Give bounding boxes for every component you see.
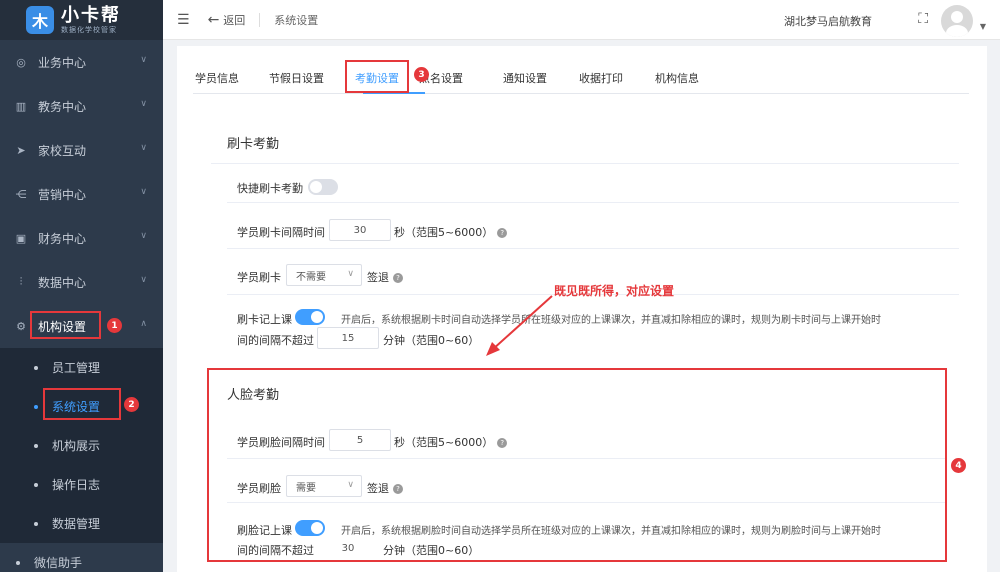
chart-icon: ⫶ xyxy=(19,275,23,288)
fullscreen-icon[interactable]: ⛶ xyxy=(918,11,928,27)
annotation-box-org-settings xyxy=(30,311,101,339)
annotation-badge-3: 3 xyxy=(414,67,429,82)
sidebar-item-data[interactable]: ⫶ 数据中心 ∨ xyxy=(0,260,163,304)
tab-receipt-print[interactable]: 收据打印 xyxy=(579,70,623,86)
annotation-badge-1: 1 xyxy=(107,318,122,333)
tab-student-info[interactable]: 学员信息 xyxy=(195,70,239,86)
user-icon xyxy=(946,11,968,37)
org-name[interactable]: 湖北梦马启航教育 xyxy=(784,13,872,29)
chevron-down-icon: ∨ xyxy=(140,55,147,65)
annotation-badge-2: 2 xyxy=(124,397,139,412)
quick-card-label: 快捷刷卡考勤 xyxy=(237,182,303,195)
card-interval-label: 学员刷卡间隔时间 xyxy=(237,226,325,239)
chevron-up-icon: ∧ xyxy=(140,319,147,329)
section-title-card: 刷卡考勤 xyxy=(227,137,280,152)
logo-icon: 木 xyxy=(26,6,54,34)
chevron-down-icon: ∨ xyxy=(140,187,147,197)
send-icon: ➤ xyxy=(16,143,26,157)
logo: 木 小卡帮 数据化学校管家 xyxy=(0,0,163,40)
quick-card-toggle[interactable] xyxy=(308,179,338,195)
card-attend-minutes-input[interactable]: 15 xyxy=(317,327,379,349)
share-icon: ⋲ xyxy=(15,187,27,201)
sidebar-item-academic[interactable]: ▥ 教务中心 ∨ xyxy=(0,84,163,128)
arrow-left-icon: ← xyxy=(207,11,220,28)
card-interval-input[interactable]: 30 xyxy=(329,219,391,241)
sidebar-subitem-operation-log[interactable]: 操作日志 xyxy=(0,465,163,504)
annotation-box-face-section xyxy=(207,368,947,562)
avatar[interactable] xyxy=(941,5,973,37)
sidebar: 木 小卡帮 数据化学校管家 ◎ 业务中心 ∨ ▥ 教务中心 ∨ ➤ 家校互动 ∨… xyxy=(0,0,163,572)
card-attend-label: 刷卡记上课 xyxy=(237,313,292,326)
chevron-down-icon: ∨ xyxy=(347,269,354,279)
card-attend-toggle[interactable] xyxy=(295,309,325,325)
annotation-box-system-settings xyxy=(43,388,121,420)
top-header: ☰ ← 返回 系统设置 湖北梦马启航教育 ⛶ ▼ xyxy=(163,0,1000,40)
sidebar-subitem-org-display[interactable]: 机构展示 xyxy=(0,426,163,465)
card-checkout-label: 学员刷卡 xyxy=(237,271,281,284)
sidebar-item-wechat-assistant[interactable]: 微信助手 xyxy=(0,543,163,572)
logo-subtitle: 数据化学校管家 xyxy=(61,25,117,34)
sidebar-item-home-school[interactable]: ➤ 家校互动 ∨ xyxy=(0,128,163,172)
sidebar-subitem-data-management[interactable]: 数据管理 xyxy=(0,504,163,543)
org-settings-submenu: 员工管理 系统设置 机构展示 操作日志 数据管理 xyxy=(0,348,163,543)
logo-title: 小卡帮 xyxy=(61,4,121,26)
help-icon[interactable]: ? xyxy=(497,228,508,238)
tab-notification-settings[interactable]: 通知设置 xyxy=(503,70,547,86)
chevron-down-icon: ∨ xyxy=(140,231,147,241)
wallet-icon: ▣ xyxy=(15,231,27,245)
settings-tabs: 学员信息 节假日设置 考勤设置 点名设置 通知设置 收据打印 机构信息 xyxy=(193,62,969,94)
sidebar-item-business[interactable]: ◎ 业务中心 ∨ xyxy=(0,40,163,84)
tab-holiday-settings[interactable]: 节假日设置 xyxy=(269,70,324,86)
sidebar-item-finance[interactable]: ▣ 财务中心 ∨ xyxy=(0,216,163,260)
caret-down-icon[interactable]: ▼ xyxy=(980,22,986,31)
book-icon: ▥ xyxy=(15,99,27,113)
chevron-down-icon: ∨ xyxy=(140,275,147,285)
annotation-box-attendance-tab xyxy=(345,60,409,93)
globe-icon: ◎ xyxy=(16,55,26,69)
annotation-note: 既见既所得，对应设置 xyxy=(554,284,675,298)
annotation-badge-4: 4 xyxy=(951,458,966,473)
chevron-down-icon: ∨ xyxy=(140,143,147,153)
annotation-arrow-icon xyxy=(486,295,553,356)
card-attend-description: 开启后，系统根据刷卡时间自动选择学员所在班级对应的上课课次，并直减扣除相应的课时… xyxy=(341,315,881,326)
gear-icon: ⚙ xyxy=(16,319,26,333)
help-icon[interactable]: ? xyxy=(393,273,403,283)
breadcrumb: 系统设置 xyxy=(274,13,319,27)
sidebar-subitem-staff[interactable]: 员工管理 xyxy=(0,348,163,387)
sidebar-item-marketing[interactable]: ⋲ 营销中心 ∨ xyxy=(0,172,163,216)
card-checkout-select[interactable]: 不需要 ∨ xyxy=(286,264,362,286)
back-button[interactable]: ← 返回 xyxy=(208,12,246,28)
tab-org-info[interactable]: 机构信息 xyxy=(655,70,699,86)
menu-toggle-icon[interactable]: ☰ xyxy=(177,12,190,28)
chevron-down-icon: ∨ xyxy=(140,99,147,109)
